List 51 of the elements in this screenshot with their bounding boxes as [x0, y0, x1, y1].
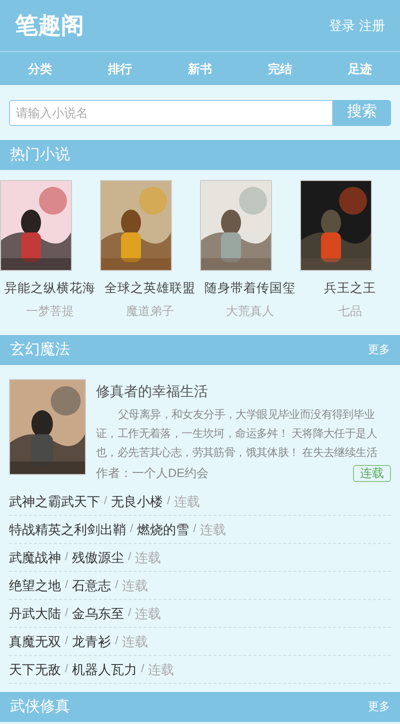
separator: / — [115, 634, 118, 650]
separator: / — [128, 550, 132, 566]
book-author: 七品 — [338, 302, 362, 320]
section-title: 玄幻魔法 — [10, 340, 70, 360]
featured-title[interactable]: 修真者的幸福生活 — [96, 381, 391, 402]
separator: / — [65, 634, 68, 650]
separator: / — [65, 550, 68, 566]
search-field[interactable]: 请输入小说名 — [9, 100, 333, 126]
separator: / — [65, 662, 68, 678]
separator: / — [130, 522, 134, 538]
book-title[interactable]: 兵王之王 — [324, 279, 376, 298]
novel-title[interactable]: 天下无敌 — [9, 660, 61, 680]
book-title[interactable]: 全球之英雄联盟 — [104, 279, 196, 298]
novel-status: 连载 — [122, 576, 148, 595]
novel-status: 连载 — [148, 660, 174, 679]
novel-status: 连载 — [174, 492, 200, 511]
novel-status: 连载 — [135, 548, 162, 567]
separator: / — [141, 662, 144, 678]
separator: / — [167, 494, 170, 510]
separator: / — [65, 578, 68, 594]
section-title: 武侠修真 — [10, 696, 70, 717]
book-title[interactable]: 异能之纵横花海 — [4, 279, 96, 298]
novel-title[interactable]: 武神之霸武天下 — [9, 492, 100, 512]
novel-title[interactable]: 真魔无双 — [9, 632, 61, 652]
book-author: 魔道弟子 — [126, 302, 174, 320]
book-author: 一梦菩提 — [26, 302, 74, 320]
novel-title[interactable]: 武魔战神 — [9, 548, 61, 568]
separator: / — [115, 578, 118, 594]
novel-status: 连载 — [135, 604, 162, 623]
novel-author[interactable]: 金乌东至 — [72, 604, 124, 624]
section-title: 热门小说 — [10, 144, 70, 165]
book-title[interactable]: 随身带着传国玺 — [204, 279, 296, 298]
novel-author[interactable]: 无良小楼 — [111, 492, 164, 512]
featured-author: 作者：一个人DE约会 — [96, 465, 209, 482]
novel-author[interactable]: 燃烧的雪 — [137, 520, 190, 540]
separator: / — [65, 606, 68, 622]
novel-author[interactable]: 残傲源尘 — [72, 548, 124, 568]
separator: / — [128, 606, 132, 622]
novel-author[interactable]: 机器人瓦力 — [72, 660, 138, 680]
novel-title[interactable]: 特战精英之利剑出鞘 — [9, 520, 126, 540]
novel-status: 连载 — [200, 520, 226, 539]
novel-status: 连载 — [122, 632, 148, 651]
separator: / — [104, 494, 108, 510]
status-badge: 连载 — [353, 464, 391, 482]
book-author: 大荒真人 — [226, 302, 274, 320]
featured-description: 父母离异，和女友分手，大学眼见毕业而没有得到毕业证，工作无着落，一生坎坷，命运多舛！ 天将降大任于是人也，必先苦其心志，劳其筋骨，饿其体肤！ 在失去继续生活 — [96, 408, 378, 461]
novel-author[interactable]: 石意志 — [72, 576, 112, 596]
separator: / — [193, 522, 196, 538]
novel-title[interactable]: 绝望之地 — [9, 576, 61, 596]
novel-title[interactable]: 丹武大陆 — [9, 604, 61, 624]
novel-author[interactable]: 龙青衫 — [72, 632, 112, 652]
